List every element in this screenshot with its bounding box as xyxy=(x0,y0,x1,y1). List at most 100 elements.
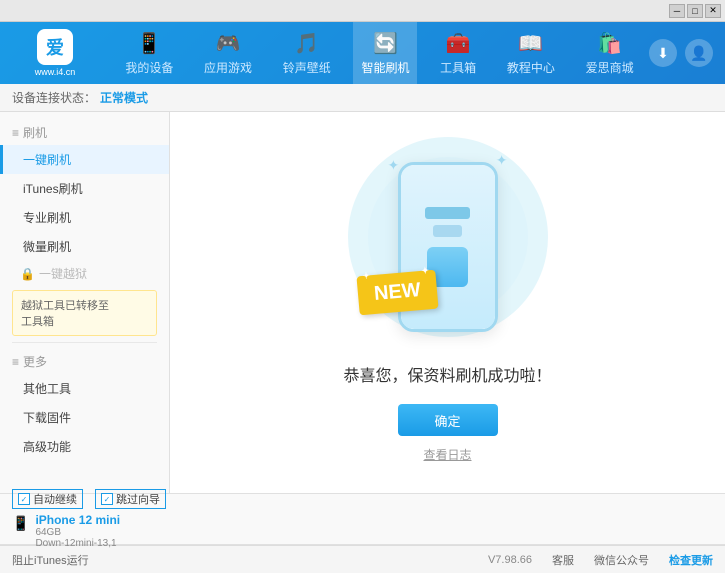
confirm-button[interactable]: 确定 xyxy=(398,404,498,436)
nav-ringtone-wallpaper[interactable]: 🎵 铃声壁纸 xyxy=(275,22,339,84)
nav-toolbox-label: 工具箱 xyxy=(440,59,476,76)
itunes-status: 阻止iTunes运行 xyxy=(12,552,89,568)
nav-smart-flash[interactable]: 🔄 智能刷机 xyxy=(353,22,417,84)
one-click-flash-label: 一键刷机 xyxy=(23,153,71,167)
nav-tutorial-label: 教程中心 xyxy=(507,59,555,76)
skip-wizard-checkbox-box: ✓ xyxy=(101,493,113,505)
sidebar-item-itunes-flash[interactable]: iTunes刷机 xyxy=(0,174,169,203)
flash-section-icon: ≡ xyxy=(12,126,19,140)
header-right-area: ⬇ 👤 xyxy=(649,39,725,67)
sidebar-item-other-tools[interactable]: 其他工具 xyxy=(0,374,169,403)
view-log-link[interactable]: 查看日志 xyxy=(423,446,471,463)
nav-toolbox[interactable]: 🧰 工具箱 xyxy=(432,22,484,84)
connection-bar: 设备连接状态： 正常模式 xyxy=(0,84,725,112)
title-bar: ─ □ ✕ xyxy=(0,0,725,22)
pro-flash-label: 专业刷机 xyxy=(23,211,71,225)
new-badge: ✦ NEW ✦ xyxy=(356,270,438,316)
sparkle-left: ✦ xyxy=(361,270,369,282)
content-area: ≡ 刷机 一键刷机 iTunes刷机 专业刷机 微量刷机 🔒 一键越狱 越狱工具… xyxy=(0,112,725,493)
apps-games-icon: 🎮 xyxy=(216,31,241,56)
sidebar-item-download-firmware[interactable]: 下载固件 xyxy=(0,403,169,432)
phone-bar-1 xyxy=(425,207,469,219)
other-tools-label: 其他工具 xyxy=(23,382,71,396)
lock-icon: 🔒 xyxy=(20,267,35,281)
nav-my-device[interactable]: 📱 我的设备 xyxy=(117,22,181,84)
device-info-bar: ✓ 自动继续 ✓ 跳过向导 📱 iPhone 12 mini 64GB Down… xyxy=(0,493,725,545)
device-storage: 64GB xyxy=(35,527,120,538)
window-controls: ─ □ ✕ xyxy=(669,4,721,18)
device-firmware: Down-12mini-13,1 xyxy=(35,538,120,549)
logo-area: 爱 www.i4.cn xyxy=(0,29,110,77)
jailbreak-disabled-item: 🔒 一键越狱 xyxy=(0,261,169,286)
download-firmware-label: 下载固件 xyxy=(23,411,71,425)
nav-bar: 📱 我的设备 🎮 应用游戏 🎵 铃声壁纸 🔄 智能刷机 🧰 工具箱 📖 教程中心… xyxy=(110,22,649,84)
my-device-icon: 📱 xyxy=(137,31,162,56)
auto-continue-checkbox-box: ✓ xyxy=(18,493,30,505)
app-logo-icon: 爱 xyxy=(37,29,73,65)
flash-section-label: ≡ 刷机 xyxy=(0,120,169,145)
nav-smart-flash-label: 智能刷机 xyxy=(361,59,409,76)
notice-text: 越狱工具已转移至工具箱 xyxy=(21,300,109,328)
minimize-button[interactable]: ─ xyxy=(669,4,685,18)
nav-shop-label: 爱思商城 xyxy=(586,59,634,76)
nav-my-device-label: 我的设备 xyxy=(125,59,173,76)
shop-icon: 🛍️ xyxy=(597,31,622,56)
sidebar-item-wipe-flash[interactable]: 微量刷机 xyxy=(0,232,169,261)
logo-url: www.i4.cn xyxy=(35,67,76,77)
sparkle-top-left: ✦ xyxy=(388,157,400,174)
toolbox-icon: 🧰 xyxy=(446,31,471,56)
main-content-panel: ✦ NEW ✦ ✦ ✦ 恭喜您，保资料刷机成功啦！ 确定 查看日志 xyxy=(170,112,725,493)
advanced-label: 高级功能 xyxy=(23,440,71,454)
sidebar-item-pro-flash[interactable]: 专业刷机 xyxy=(0,203,169,232)
auto-continue-label: 自动继续 xyxy=(33,491,77,507)
sidebar-item-advanced[interactable]: 高级功能 xyxy=(0,432,169,461)
connection-status: 正常模式 xyxy=(100,89,148,106)
auto-continue-checkbox[interactable]: ✓ 自动继续 xyxy=(12,489,83,509)
nav-shop[interactable]: 🛍️ 爱思商城 xyxy=(578,22,642,84)
footer-left: 阻止iTunes运行 xyxy=(12,552,488,568)
jailbreak-notice: 越狱工具已转移至工具箱 xyxy=(12,290,157,336)
sidebar: ≡ 刷机 一键刷机 iTunes刷机 专业刷机 微量刷机 🔒 一键越狱 越狱工具… xyxy=(0,112,170,493)
phone-bar-2 xyxy=(433,225,463,237)
download-button[interactable]: ⬇ xyxy=(649,39,677,67)
wipe-flash-label: 微量刷机 xyxy=(23,240,71,254)
more-section-icon: ≡ xyxy=(12,355,19,369)
sparkle-right: ✦ xyxy=(420,265,428,277)
app-header: 爱 www.i4.cn 📱 我的设备 🎮 应用游戏 🎵 铃声壁纸 🔄 智能刷机 … xyxy=(0,22,725,84)
new-badge-text: NEW xyxy=(373,279,421,305)
sidebar-item-one-click-flash[interactable]: 一键刷机 xyxy=(0,145,169,174)
jailbreak-label: 一键越狱 xyxy=(39,265,87,282)
nav-apps-games-label: 应用游戏 xyxy=(204,59,252,76)
device-row: 📱 iPhone 12 mini 64GB Down-12mini-13,1 xyxy=(12,513,713,549)
more-section-label: ≡ 更多 xyxy=(0,349,169,374)
connection-label: 设备连接状态： xyxy=(12,89,96,106)
user-button[interactable]: 👤 xyxy=(685,39,713,67)
sidebar-divider xyxy=(12,342,157,343)
bottom-left-section: ✓ 自动继续 ✓ 跳过向导 📱 iPhone 12 mini 64GB Down… xyxy=(12,489,713,549)
nav-apps-games[interactable]: 🎮 应用游戏 xyxy=(196,22,260,84)
flash-section-text: 刷机 xyxy=(23,124,47,141)
footer-right: V7.98.66 客服 微信公众号 检查更新 xyxy=(488,552,713,568)
sparkle-top-right: ✦ xyxy=(496,152,508,169)
nav-ringtone-label: 铃声壁纸 xyxy=(283,59,331,76)
version-number: V7.98.66 xyxy=(488,554,532,566)
tutorial-icon: 📖 xyxy=(518,31,543,56)
smart-flash-icon: 🔄 xyxy=(373,31,398,56)
customer-service-link[interactable]: 客服 xyxy=(552,552,574,568)
device-details: iPhone 12 mini 64GB Down-12mini-13,1 xyxy=(35,513,120,549)
footer-bar: 阻止iTunes运行 V7.98.66 客服 微信公众号 检查更新 xyxy=(0,545,725,573)
more-section-text: 更多 xyxy=(23,353,47,370)
ringtone-icon: 🎵 xyxy=(294,31,319,56)
skip-wizard-label: 跳过向导 xyxy=(116,491,160,507)
device-phone-icon: 📱 xyxy=(12,515,29,532)
skip-wizard-checkbox[interactable]: ✓ 跳过向导 xyxy=(95,489,166,509)
success-message: 恭喜您，保资料刷机成功啦！ xyxy=(343,362,551,386)
nav-tutorial[interactable]: 📖 教程中心 xyxy=(499,22,563,84)
phone-illustration: ✦ NEW ✦ ✦ ✦ xyxy=(368,142,528,342)
device-name: iPhone 12 mini xyxy=(35,513,120,527)
check-update-link[interactable]: 检查更新 xyxy=(669,552,713,568)
restore-button[interactable]: □ xyxy=(687,4,703,18)
wechat-link[interactable]: 微信公众号 xyxy=(594,552,649,568)
itunes-flash-label: iTunes刷机 xyxy=(23,182,83,196)
close-button[interactable]: ✕ xyxy=(705,4,721,18)
